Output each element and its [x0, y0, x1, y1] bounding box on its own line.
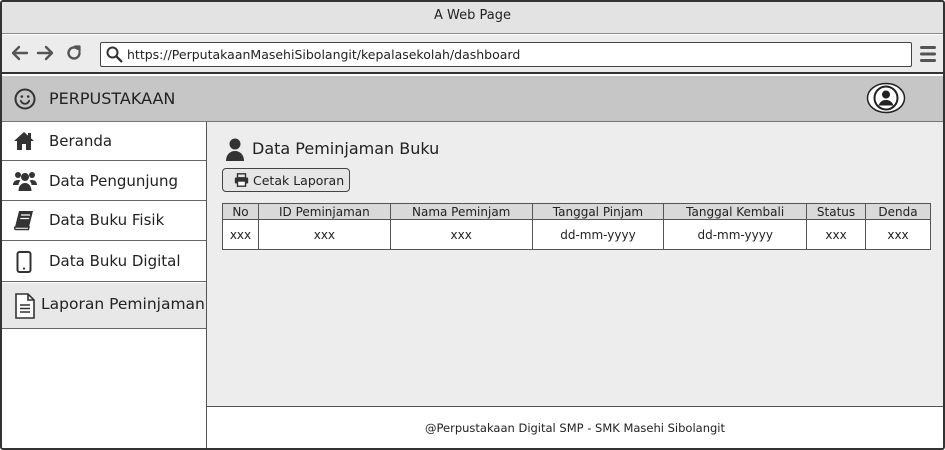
window-title: A Web Page [434, 8, 511, 23]
main-content: Data Peminjaman Buku Cetak Laporan No ID… [207, 122, 943, 406]
sidebar: Beranda Data Pengunjung Data Buku Fisik … [2, 122, 207, 448]
sidebar-item-label: Data Pengunjung [49, 172, 179, 190]
sidebar-item-label: Beranda [49, 132, 113, 150]
table-row[interactable]: xxx xxx xxx dd-mm-yyyy dd-mm-yyyy xxx xx… [222, 219, 931, 250]
search-icon [106, 46, 123, 67]
sidebar-item-data-buku-digital[interactable]: Data Buku Digital [2, 241, 206, 282]
table-cell: dd-mm-yyyy [663, 219, 808, 250]
document-icon [14, 293, 36, 323]
column-header[interactable]: No [222, 203, 259, 220]
hamburger-menu-icon[interactable] [919, 45, 937, 67]
reload-icon[interactable] [64, 43, 84, 63]
user-avatar-icon[interactable] [866, 82, 906, 118]
column-header[interactable]: Tanggal Kembali [663, 203, 808, 220]
address-bar[interactable]: https://PerputakaanMasehiSibolangit/kepa… [100, 42, 912, 67]
app-header: PERPUSTAKAAN [2, 76, 943, 122]
footer: @Perpustakaan Digital SMP - SMK Masehi S… [207, 406, 943, 448]
footer-text: @Perpustakaan Digital SMP - SMK Masehi S… [425, 421, 725, 435]
page-title: Data Peminjaman Buku [252, 139, 440, 158]
sidebar-item-data-buku-fisik[interactable]: Data Buku Fisik [2, 201, 206, 241]
column-header[interactable]: ID Peminjaman [257, 203, 391, 220]
table-cell: xxx [865, 219, 931, 250]
loan-table: No ID Peminjaman Nama Peminjam Tanggal P… [222, 203, 931, 250]
table-header-row: No ID Peminjaman Nama Peminjam Tanggal P… [222, 203, 931, 220]
table-cell: xxx [222, 219, 259, 250]
home-icon [13, 131, 35, 155]
sidebar-item-label: Data Buku Digital [49, 252, 181, 270]
column-header[interactable]: Tanggal Pinjam [531, 203, 665, 220]
printer-icon [234, 173, 249, 187]
book-icon [13, 210, 35, 236]
table-cell: xxx [389, 219, 533, 250]
sidebar-item-laporan-peminjaman[interactable]: Laporan Peminjaman [2, 283, 206, 329]
column-header[interactable]: Status [806, 203, 867, 220]
print-button-label: Cetak Laporan [253, 172, 345, 188]
sidebar-item-label: Data Buku Fisik [49, 211, 165, 229]
sidebar-item-beranda[interactable]: Beranda [2, 122, 206, 161]
column-header[interactable]: Nama Peminjam [389, 203, 533, 220]
url-text[interactable]: https://PerputakaanMasehiSibolangit/kepa… [127, 43, 520, 66]
users-icon [13, 170, 37, 196]
sidebar-item-label: Laporan Peminjaman [41, 295, 205, 313]
sidebar-item-data-pengunjung[interactable]: Data Pengunjung [2, 161, 206, 201]
column-header[interactable]: Denda [865, 203, 931, 220]
smiley-icon [14, 88, 36, 114]
window-titlebar: A Web Page [2, 2, 943, 34]
browser-window: A Web Page https://PerputakaanMasehiSibo… [0, 0, 945, 450]
print-report-button[interactable]: Cetak Laporan [222, 168, 350, 192]
table-cell: xxx [257, 219, 391, 250]
browser-navbar: https://PerputakaanMasehiSibolangit/kepa… [2, 35, 943, 74]
table-cell: xxx [806, 219, 867, 250]
arrow-right-icon[interactable] [35, 43, 55, 63]
user-icon [225, 138, 245, 166]
arrow-left-icon[interactable] [10, 43, 30, 63]
tablet-icon [16, 251, 32, 277]
table-cell: dd-mm-yyyy [531, 219, 665, 250]
brand-title: PERPUSTAKAAN [49, 89, 176, 108]
